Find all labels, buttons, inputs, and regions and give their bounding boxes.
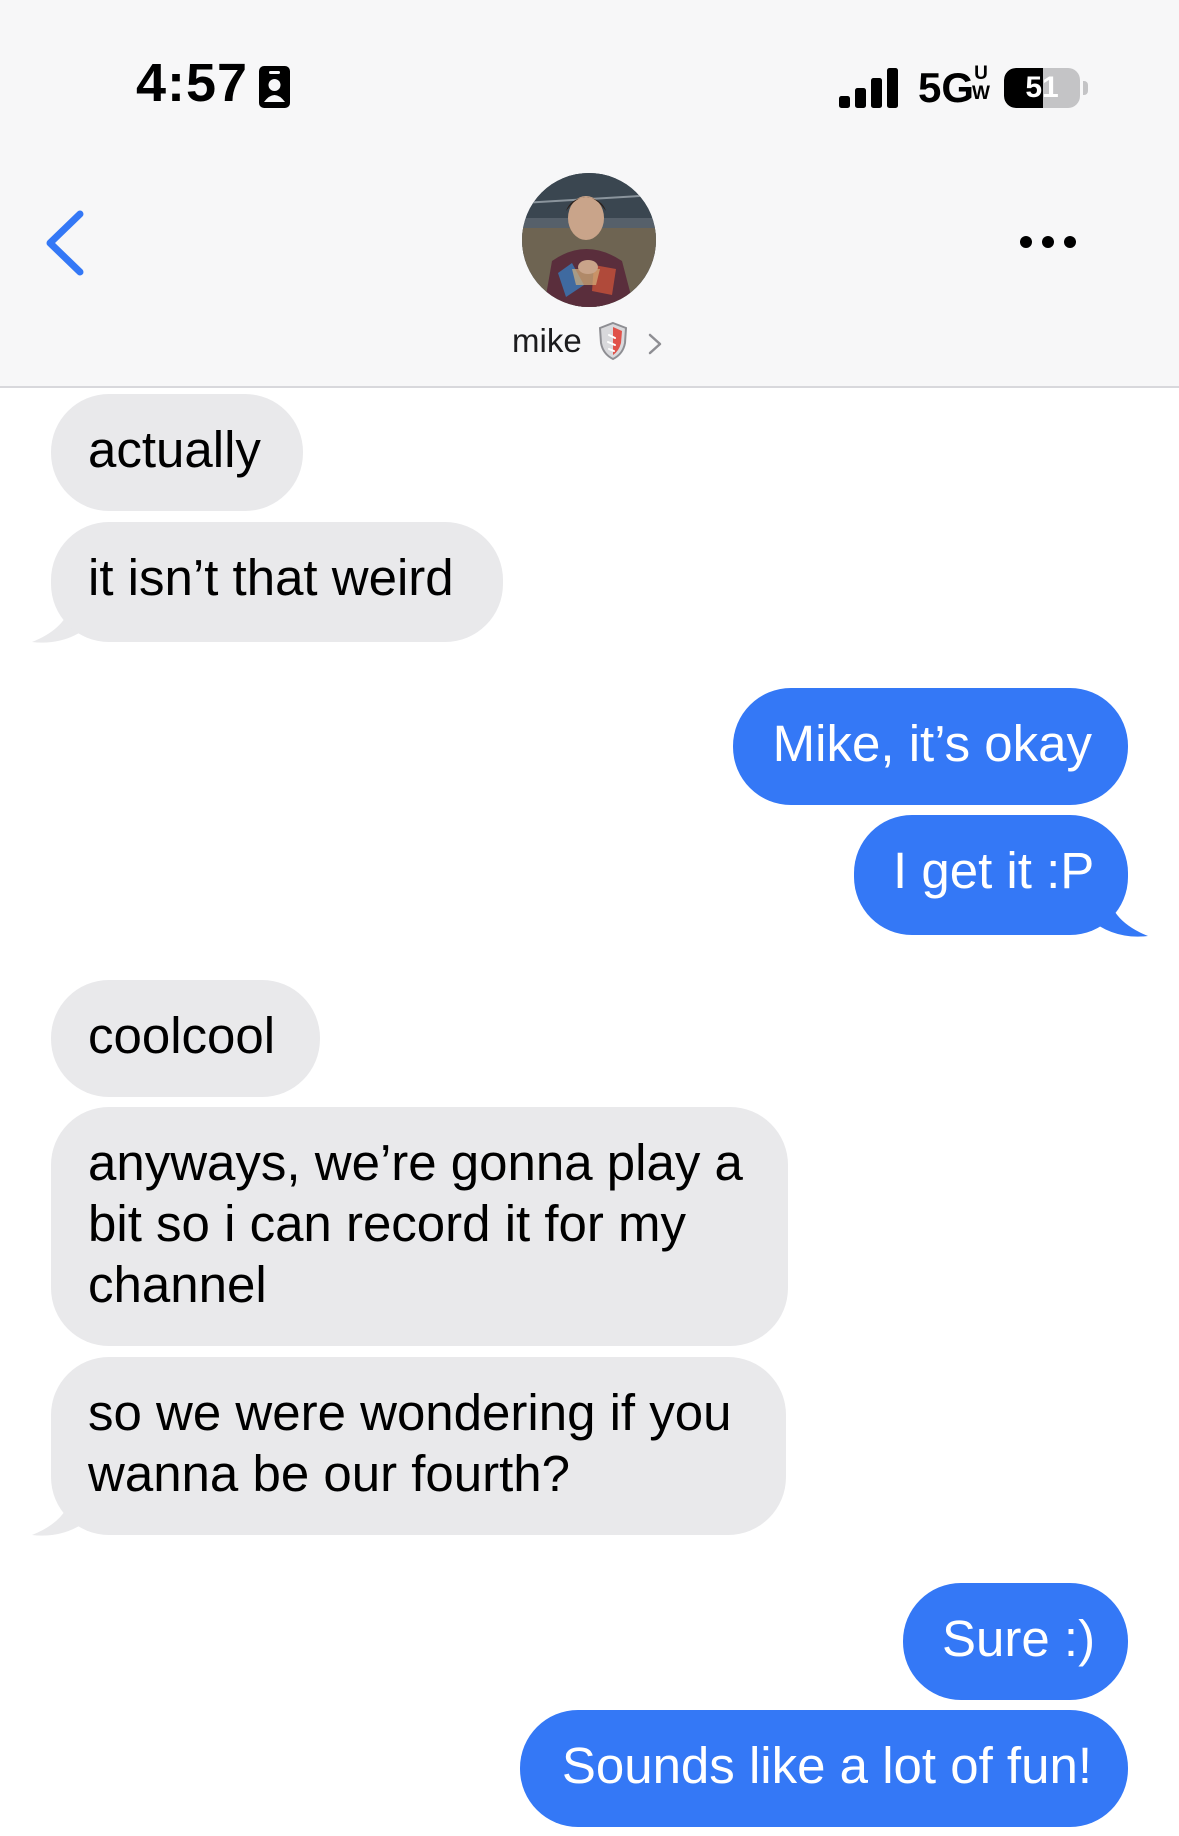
message-text: Sounds like a lot of fun! (561, 1737, 1092, 1794)
contact-avatar[interactable] (522, 173, 656, 307)
cellular-signal-icon (839, 68, 898, 108)
contact-name[interactable]: mike (512, 322, 582, 360)
chevron-left-icon (46, 210, 84, 276)
status-time: 4:57 (136, 53, 249, 113)
message-text: I get it :P (893, 842, 1095, 899)
message-bubble-received[interactable]: anyways, we’re gonna play a bit so i can… (51, 1107, 788, 1346)
message-bubble-sent[interactable]: Sounds like a lot of fun! (520, 1710, 1128, 1827)
message-bubble-sent[interactable]: Sure :) (903, 1583, 1128, 1700)
message-text: Mike, it’s okay (772, 715, 1092, 772)
battery-cap (1083, 81, 1088, 95)
message-bubble-sent[interactable]: I get it :P (854, 815, 1128, 935)
more-options-button[interactable] (1010, 226, 1086, 258)
conversation-header: 4:57 5G UW 51 mike (0, 0, 1179, 388)
message-bubble-received[interactable]: so we were wondering if you wanna be our… (51, 1357, 786, 1535)
message-bubble-received[interactable]: it isn’t that weird (51, 522, 503, 642)
network-type: 5G (918, 64, 975, 111)
message-text-line: channel (88, 1256, 267, 1313)
message-bubble-sent[interactable]: Mike, it’s okay (733, 688, 1128, 805)
back-button[interactable] (38, 206, 98, 280)
message-text: actually (88, 421, 261, 478)
ellipsis-icon (1020, 236, 1076, 248)
battery-icon: 51 (1004, 68, 1080, 108)
battery-percent: 51 (1025, 71, 1059, 104)
message-bubble-received[interactable]: coolcool (51, 980, 320, 1097)
message-text: Sure :) (942, 1610, 1096, 1667)
message-text-line: so we were wondering if you (88, 1384, 732, 1441)
shield-icon (598, 321, 628, 361)
message-bubble-received[interactable]: actually (51, 394, 303, 511)
chevron-right-icon[interactable] (647, 332, 663, 356)
message-text-line: bit so i can record it for my (88, 1195, 687, 1252)
message-text-line: anyways, we’re gonna play a (88, 1134, 743, 1191)
message-text: coolcool (88, 1007, 276, 1064)
id-badge-icon (259, 66, 290, 108)
network-band: UW (972, 63, 990, 104)
message-text: it isn’t that weird (88, 549, 454, 606)
message-text-line: wanna be our fourth? (88, 1445, 571, 1502)
